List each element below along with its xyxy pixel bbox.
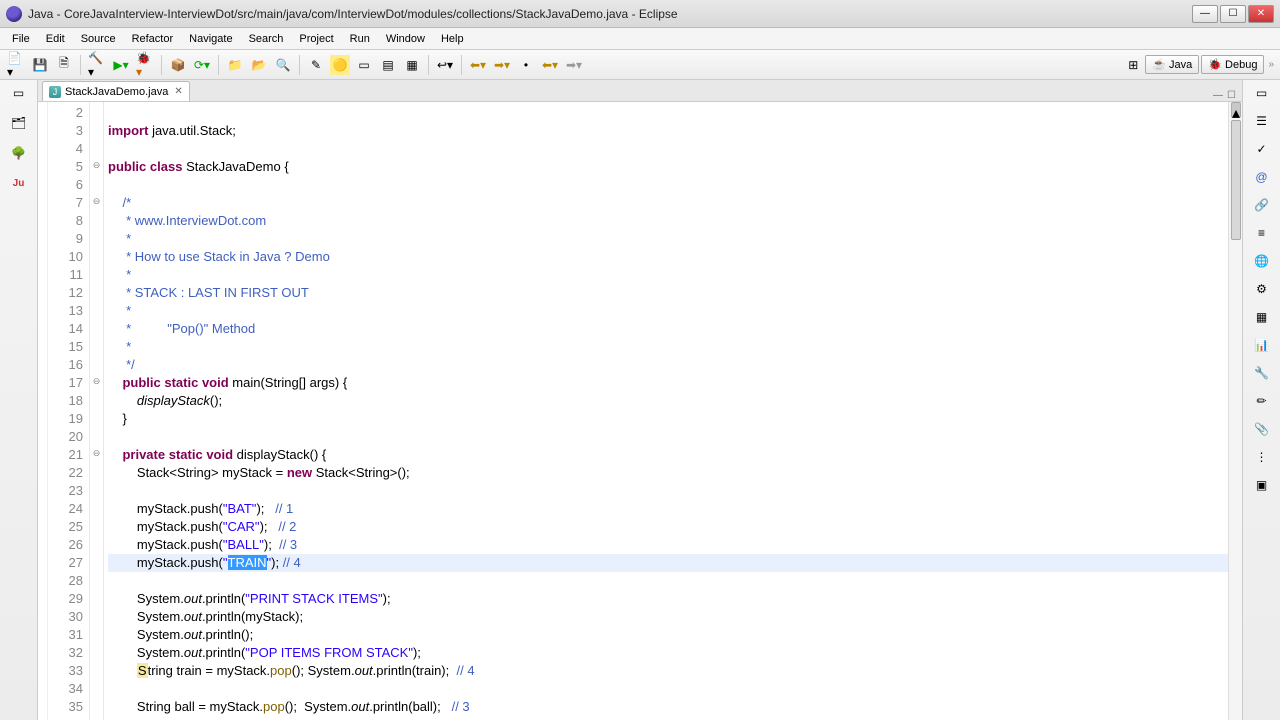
save-all-icon[interactable]: 🗎 bbox=[54, 55, 74, 75]
title-bar: Java - CoreJavaInterview-InterviewDot/sr… bbox=[0, 0, 1280, 28]
line-numbers: 2345678910111213141516171819202122232425… bbox=[48, 102, 90, 720]
menu-project[interactable]: Project bbox=[291, 31, 341, 47]
window-title: Java - CoreJavaInterview-InterviewDot/sr… bbox=[28, 7, 1192, 21]
show-chars-icon[interactable]: ▦ bbox=[402, 55, 422, 75]
menu-search[interactable]: Search bbox=[241, 31, 292, 47]
save-icon[interactable]: 💾 bbox=[30, 55, 50, 75]
open-type-icon[interactable]: 📁 bbox=[225, 55, 245, 75]
block-sel-icon[interactable]: ▭ bbox=[354, 55, 374, 75]
menu-refactor[interactable]: Refactor bbox=[124, 31, 182, 47]
menu-file[interactable]: File bbox=[4, 31, 38, 47]
pencil-icon[interactable]: ✏ bbox=[1253, 392, 1271, 410]
search-icon[interactable]: 🔍 bbox=[273, 55, 293, 75]
run-dropdown-icon[interactable]: ▶▾ bbox=[111, 55, 131, 75]
java-file-icon: J bbox=[49, 86, 61, 98]
restore-right-icon[interactable]: ▭ bbox=[1253, 84, 1271, 102]
right-trim: ▭ ☰ ✓ @ 🔗 ≡ 🌐 ⚙ ▦ 📊 🔧 ✏ 📎 ⋮ ▣ bbox=[1242, 80, 1280, 720]
eclipse-icon bbox=[6, 6, 22, 22]
package-explorer-icon[interactable]: 🗂 bbox=[10, 114, 28, 132]
perspective-java[interactable]: ☕ Java bbox=[1145, 55, 1199, 74]
show-whitespace-icon[interactable]: ▤ bbox=[378, 55, 398, 75]
menu-navigate[interactable]: Navigate bbox=[181, 31, 240, 47]
at-icon[interactable]: @ bbox=[1253, 168, 1271, 186]
minimize-editor-icon[interactable]: — bbox=[1213, 90, 1223, 101]
scroll-up-icon[interactable]: ▴ bbox=[1231, 102, 1241, 118]
tool-bar: 📄▾ 💾 🗎 🔨▾ ▶▾ 🐞▾ 📦 ⟳▾ 📁 📂 🔍 ✎ 🟡 ▭ ▤ ▦ ↩▾ … bbox=[0, 50, 1280, 80]
chart-icon[interactable]: 📊 bbox=[1253, 336, 1271, 354]
debug-dropdown-icon[interactable]: 🔨▾ bbox=[87, 55, 107, 75]
menu-window[interactable]: Window bbox=[378, 31, 433, 47]
globe-icon[interactable]: 🌐 bbox=[1253, 252, 1271, 270]
maximize-button[interactable]: ☐ bbox=[1220, 5, 1246, 23]
separator bbox=[299, 55, 300, 75]
menu-source[interactable]: Source bbox=[73, 31, 124, 47]
more-icon[interactable]: ⋮ bbox=[1253, 448, 1271, 466]
editor-tabs: J StackJavaDemo.java ✕ — ☐ bbox=[38, 80, 1242, 102]
window-controls: — ☐ ✕ bbox=[1192, 5, 1274, 23]
more-perspectives-icon[interactable]: » bbox=[1268, 59, 1274, 70]
back-icon[interactable]: • bbox=[516, 55, 536, 75]
overview-ruler[interactable]: ▴ bbox=[1228, 102, 1242, 720]
type-hierarchy-icon[interactable]: 🌳 bbox=[10, 144, 28, 162]
editor-area: J StackJavaDemo.java ✕ — ☐ 2345678910111… bbox=[38, 80, 1242, 720]
scrollbar-thumb[interactable] bbox=[1231, 120, 1241, 240]
close-tab-icon[interactable]: ✕ bbox=[174, 86, 182, 97]
open-task-icon[interactable]: 📂 bbox=[249, 55, 269, 75]
restore-icon[interactable]: ▭ bbox=[10, 84, 28, 102]
settings-icon[interactable]: 🔧 bbox=[1253, 364, 1271, 382]
forward-history-icon[interactable]: ➡▾ bbox=[564, 55, 584, 75]
task-list-icon[interactable]: ✓ bbox=[1253, 140, 1271, 158]
prev-annotation-icon[interactable]: ↩▾ bbox=[435, 55, 455, 75]
new-icon[interactable]: 📄▾ bbox=[6, 55, 26, 75]
new-package-icon[interactable]: 📦 bbox=[168, 55, 188, 75]
workspace: ▭ 🗂 🌳 Ju J StackJavaDemo.java ✕ — ☐ 2345… bbox=[0, 80, 1280, 720]
code-editor[interactable]: 2345678910111213141516171819202122232425… bbox=[38, 102, 1242, 720]
menu-edit[interactable]: Edit bbox=[38, 31, 73, 47]
perspective-switcher: ⊞ ☕ Java 🐞 Debug » bbox=[1123, 55, 1274, 75]
left-trim: ▭ 🗂 🌳 Ju bbox=[0, 80, 38, 720]
next-annotation-icon[interactable]: ➡▾ bbox=[492, 55, 512, 75]
highlight-icon[interactable]: 🟡 bbox=[330, 55, 350, 75]
tab-label: StackJavaDemo.java bbox=[65, 86, 168, 98]
minimize-button[interactable]: — bbox=[1192, 5, 1218, 23]
outline-icon[interactable]: ☰ bbox=[1253, 112, 1271, 130]
close-button[interactable]: ✕ bbox=[1248, 5, 1274, 23]
junit-icon[interactable]: Ju bbox=[10, 174, 28, 192]
code-content[interactable]: import java.util.Stack; public class Sta… bbox=[104, 102, 1228, 720]
square-icon[interactable]: ▣ bbox=[1253, 476, 1271, 494]
separator bbox=[161, 55, 162, 75]
folding-ruler[interactable]: ⊖⊖⊖⊖ bbox=[90, 102, 104, 720]
tab-stackjavademo[interactable]: J StackJavaDemo.java ✕ bbox=[42, 81, 190, 101]
separator bbox=[428, 55, 429, 75]
menu-bar: File Edit Source Refactor Navigate Searc… bbox=[0, 28, 1280, 50]
open-perspective-icon[interactable]: ⊞ bbox=[1123, 55, 1143, 75]
clip-icon[interactable]: 📎 bbox=[1253, 420, 1271, 438]
ext-tools-icon[interactable]: 🐞▾ bbox=[135, 55, 155, 75]
marker-bar bbox=[38, 102, 48, 720]
maximize-editor-icon[interactable]: ☐ bbox=[1227, 90, 1236, 101]
perspective-debug[interactable]: 🐞 Debug bbox=[1201, 55, 1264, 74]
back-history-icon[interactable]: ⬅▾ bbox=[540, 55, 560, 75]
link-icon[interactable]: 🔗 bbox=[1253, 196, 1271, 214]
list-icon[interactable]: ≡ bbox=[1253, 224, 1271, 242]
gear-icon[interactable]: ⚙ bbox=[1253, 280, 1271, 298]
separator bbox=[218, 55, 219, 75]
menu-run[interactable]: Run bbox=[342, 31, 378, 47]
menu-help[interactable]: Help bbox=[433, 31, 472, 47]
new-type-icon[interactable]: ⟳▾ bbox=[192, 55, 212, 75]
grid-icon[interactable]: ▦ bbox=[1253, 308, 1271, 326]
separator bbox=[80, 55, 81, 75]
last-edit-icon[interactable]: ⬅▾ bbox=[468, 55, 488, 75]
separator bbox=[461, 55, 462, 75]
toggle-mark-icon[interactable]: ✎ bbox=[306, 55, 326, 75]
